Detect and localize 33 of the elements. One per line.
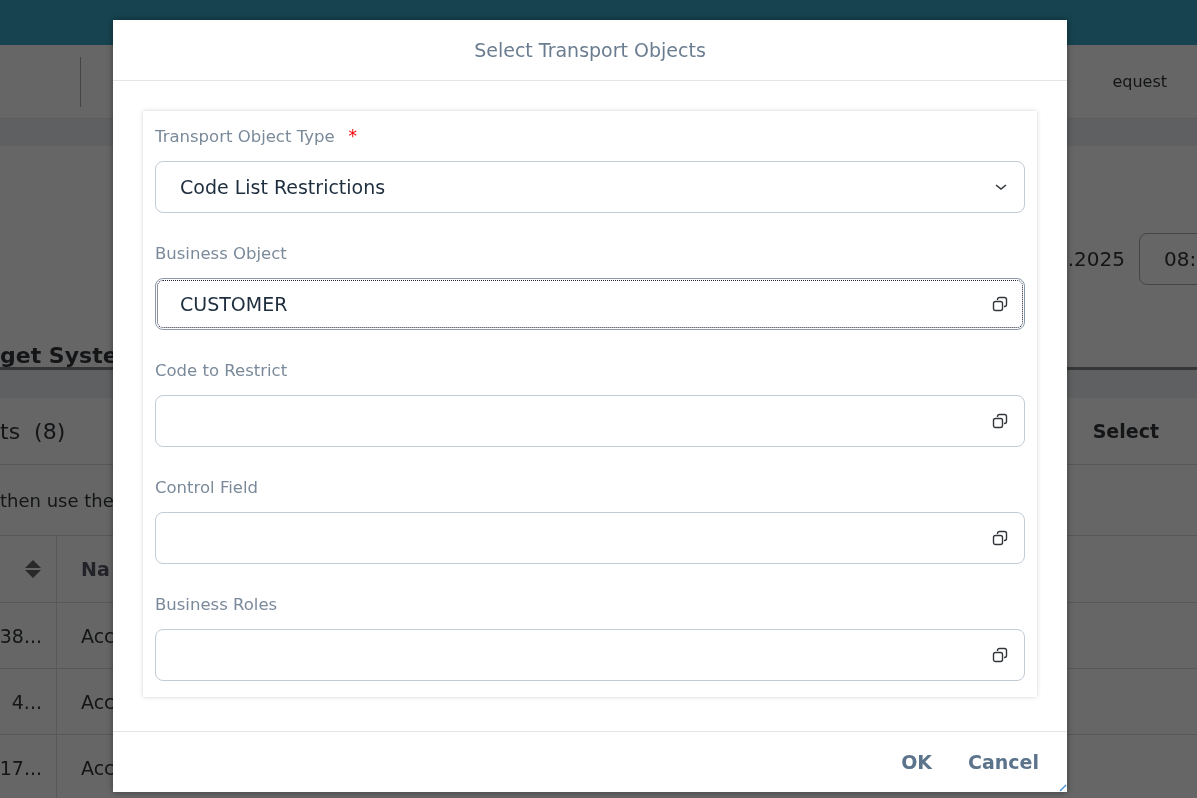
table-cell: Acc bbox=[81, 756, 115, 779]
value-help-icon[interactable] bbox=[992, 647, 1008, 663]
date-value: .2025 bbox=[1067, 247, 1125, 271]
dialog-title: Select Transport Objects bbox=[113, 20, 1067, 81]
time-field[interactable]: 08: bbox=[1139, 233, 1197, 285]
field-label: Business Roles bbox=[155, 594, 278, 614]
table-title: ts (8) bbox=[0, 418, 66, 444]
value-help-icon[interactable] bbox=[992, 530, 1008, 546]
field-label: Control Field bbox=[155, 477, 258, 497]
dialog-button[interactable]: OK bbox=[893, 745, 941, 779]
table-cell: Acc bbox=[81, 624, 115, 647]
sort-icon[interactable] bbox=[24, 559, 42, 579]
table-cell: 38... bbox=[0, 624, 42, 647]
toolbar-text[interactable]: equest bbox=[1112, 72, 1167, 91]
dialog-button[interactable]: Cancel bbox=[960, 745, 1047, 779]
input-field[interactable]: CUSTOMER bbox=[155, 278, 1025, 330]
table-cell: 17... bbox=[0, 756, 42, 779]
input-field[interactable] bbox=[155, 395, 1025, 447]
table-cell: 4... bbox=[11, 690, 42, 713]
value-help-icon[interactable] bbox=[992, 413, 1008, 429]
chevron-down-icon[interactable] bbox=[994, 182, 1008, 192]
required-mark: * bbox=[348, 126, 358, 146]
input-field[interactable] bbox=[155, 512, 1025, 564]
table-cell: Acc bbox=[81, 690, 115, 713]
column-header[interactable]: Na bbox=[81, 558, 110, 580]
hint-text: then use the bbox=[0, 489, 114, 511]
field-label: Transport Object Type bbox=[155, 126, 335, 146]
value-help-icon[interactable] bbox=[992, 296, 1008, 312]
field-label: Business Object bbox=[155, 243, 287, 263]
resize-handle-icon[interactable] bbox=[1059, 784, 1067, 792]
input-field[interactable] bbox=[155, 629, 1025, 681]
select-button[interactable]: Select bbox=[1084, 414, 1167, 448]
select-field[interactable]: Code List Restrictions bbox=[155, 161, 1025, 213]
